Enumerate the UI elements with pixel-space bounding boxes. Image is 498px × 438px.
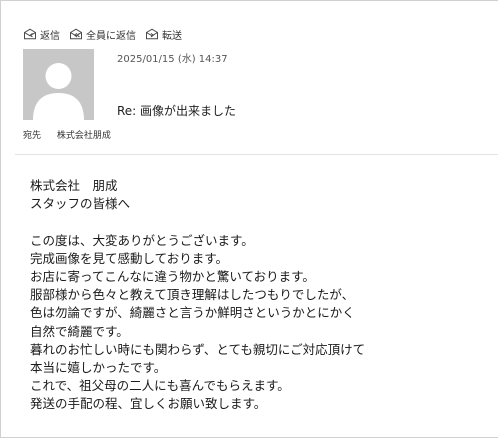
body-line: スタッフの皆様へ xyxy=(30,196,131,212)
message-date: 2025/01/15 (水) 14:37 xyxy=(117,54,228,65)
recipient-row: 宛先 株式会社朋成 xyxy=(23,128,111,141)
message-subject: Re: 画像が出来ました xyxy=(117,104,237,118)
body-line: これで、祖父母の二人にも喜んでもらえます。 xyxy=(30,378,290,394)
message-body: 株式会社 朋成 スタッフの皆様へ この度は、大変ありがとうございます。 完成画像… xyxy=(30,177,495,413)
header-divider xyxy=(15,154,498,155)
body-line: 暮れのお忙しい時にも関わらず、とても親切にご対応頂けて xyxy=(30,341,366,357)
message-toolbar: 返信 全員に返信 転送 xyxy=(23,26,182,42)
body-line: 服部様から色々と教えて頂き理解はしたつもりでしたが、 xyxy=(30,287,355,303)
forward-icon xyxy=(145,28,159,40)
body-line: 完成画像を見て感動しております。 xyxy=(30,250,229,266)
reply-all-label: 全員に返信 xyxy=(86,30,136,42)
body-line xyxy=(30,213,495,231)
message-pane: 返信 全員に返信 転送 2025/01/15 (水) 14:37 Re: 画像が… xyxy=(0,0,498,438)
person-icon xyxy=(33,63,84,120)
reply-icon xyxy=(23,28,37,40)
forward-button[interactable]: 転送 xyxy=(145,27,182,42)
reply-all-button[interactable]: 全員に返信 xyxy=(69,27,136,42)
body-line: 自然で綺麗です。 xyxy=(30,323,129,339)
body-line: 本当に嬉しかったです。 xyxy=(30,359,167,375)
body-line: 発送の手配の程、宜しくお願い致します。 xyxy=(30,396,267,412)
body-line: この度は、大変ありがとうございます。 xyxy=(30,232,254,248)
forward-label: 転送 xyxy=(162,30,182,42)
recipient-name[interactable]: 株式会社朋成 xyxy=(57,131,111,141)
reply-all-icon xyxy=(69,28,83,40)
body-line: 色は勿論ですが、綺麗さと言うか鮮明さというかとにかく xyxy=(30,305,355,321)
reply-label: 返信 xyxy=(40,30,60,42)
body-line: お店に寄ってこんなに違う物かと驚いております。 xyxy=(30,268,315,284)
body-line: 株式会社 朋成 xyxy=(30,178,118,193)
reply-button[interactable]: 返信 xyxy=(23,27,60,42)
to-label: 宛先 xyxy=(23,131,42,141)
sender-avatar xyxy=(23,49,94,120)
